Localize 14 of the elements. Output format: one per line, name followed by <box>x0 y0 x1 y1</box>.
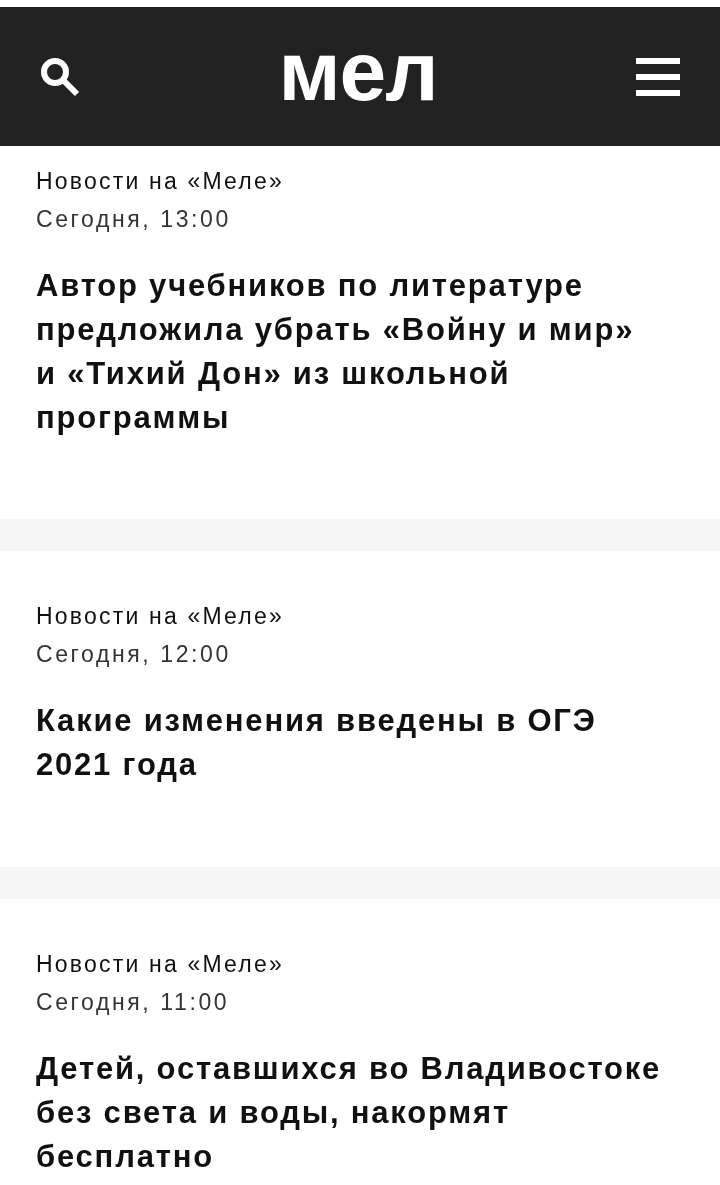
article-title[interactable]: Какие изменения введены в ОГЭ 2021 года <box>36 699 662 787</box>
search-icon <box>40 56 80 97</box>
search-button[interactable] <box>40 56 80 97</box>
article-category[interactable]: Новости на «Меле» <box>36 163 284 199</box>
article-date: Сегодня, 11:00 <box>36 988 230 1017</box>
article-title[interactable]: Детей, оставшихся во Владивостоке без света и воды, накормят бесплатно <box>36 1047 662 1179</box>
menu-icon <box>636 57 680 96</box>
site-logo[interactable]: мел <box>278 28 438 113</box>
article-category[interactable]: Новости на «Меле» <box>36 598 284 634</box>
article-title[interactable]: Автор учебников по литературе предложила убрать «Войну и мир» и «Тихий Дон» из школьной программы <box>36 264 662 440</box>
article-date: Сегодня, 12:00 <box>36 640 231 669</box>
article-date: Сегодня, 13:00 <box>36 205 231 234</box>
menu-button[interactable] <box>636 57 680 96</box>
article-category[interactable]: Новости на «Меле» <box>36 946 284 982</box>
